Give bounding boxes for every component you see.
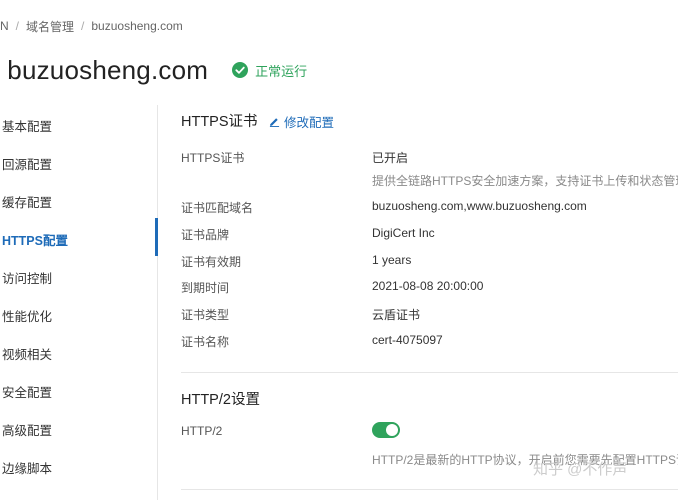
sidebar-item-edge-script[interactable]: 边缘脚本 [2, 459, 52, 479]
breadcrumb-domain-management[interactable]: 域名管理 [26, 18, 74, 35]
section-divider [181, 489, 678, 490]
https-cert-value: 已开启 [372, 151, 409, 165]
sidebar-item-advanced[interactable]: 高级配置 [2, 421, 52, 441]
sidebar-item-https[interactable]: HTTPS配置 [2, 231, 68, 251]
sidebar-item-security[interactable]: 安全配置 [2, 383, 52, 403]
cert-type-value: 云盾证书 [372, 308, 421, 322]
cert-name-value: cert-4075097 [372, 333, 443, 347]
edit-config-button[interactable]: 修改配置 [269, 112, 334, 131]
http2-section-title: HTTP/2设置 [181, 392, 260, 408]
cert-domain-value: buzuosheng.com,www.buzuosheng.com [372, 199, 587, 213]
sidebar-item-origin[interactable]: 回源配置 [2, 155, 52, 175]
breadcrumb-separator: / [15, 19, 20, 33]
cert-brand-value: DigiCert Inc [372, 226, 435, 240]
status-badge: 正常运行 [232, 61, 307, 80]
status-text: 正常运行 [255, 63, 308, 79]
page-title: - buzuosheng.com [0, 54, 209, 85]
http2-toggle[interactable] [372, 422, 400, 438]
http2-desc: HTTP/2是最新的HTTP协议，开启前您需要先配置HTTPS证书 [372, 453, 678, 467]
edit-config-label: 修改配置 [284, 116, 335, 130]
https-cert-label: HTTPS证书 [181, 151, 245, 165]
sidebar-item-performance[interactable]: 性能优化 [2, 307, 52, 327]
breadcrumb-current: buzuosheng.com [91, 19, 183, 33]
sidebar-item-cache[interactable]: 缓存配置 [2, 193, 52, 213]
cert-expiry-value: 2021-08-08 20:00:00 [372, 279, 484, 293]
https-section-title: HTTPS证书 [181, 114, 258, 130]
toggle-knob [386, 424, 398, 436]
cert-name-label: 证书名称 [181, 335, 230, 349]
sidebar-item-access-control[interactable]: 访问控制 [2, 269, 52, 289]
sidebar-item-basic[interactable]: 基本配置 [2, 117, 52, 137]
section-divider [181, 372, 678, 373]
breadcrumb-root[interactable]: N [0, 19, 9, 33]
sidebar: 基本配置 回源配置 缓存配置 HTTPS配置 访问控制 性能优化 视频相关 安全… [0, 105, 158, 500]
breadcrumb: N / 域名管理 / buzuosheng.com [0, 17, 183, 35]
cert-brand-label: 证书品牌 [181, 228, 230, 242]
cert-domain-label: 证书匹配域名 [181, 201, 254, 215]
breadcrumb-separator: / [81, 19, 85, 33]
watermark: 知乎 @不作声 [533, 461, 628, 478]
cert-validity-value: 1 years [372, 253, 412, 267]
sidebar-item-video[interactable]: 视频相关 [2, 345, 52, 365]
edit-pencil-icon [269, 118, 280, 127]
http2-label: HTTP/2 [181, 424, 223, 438]
cert-validity-label: 证书有效期 [181, 255, 242, 269]
check-circle-icon [232, 62, 249, 78]
https-cert-desc: 提供全链路HTTPS安全加速方案，支持证书上传和状态管理。 [372, 174, 678, 188]
cert-type-label: 证书类型 [181, 308, 230, 322]
title-row: - buzuosheng.com 正常运行 [0, 52, 307, 88]
cert-expiry-label: 到期时间 [181, 281, 230, 295]
sidebar-active-indicator [155, 218, 158, 256]
